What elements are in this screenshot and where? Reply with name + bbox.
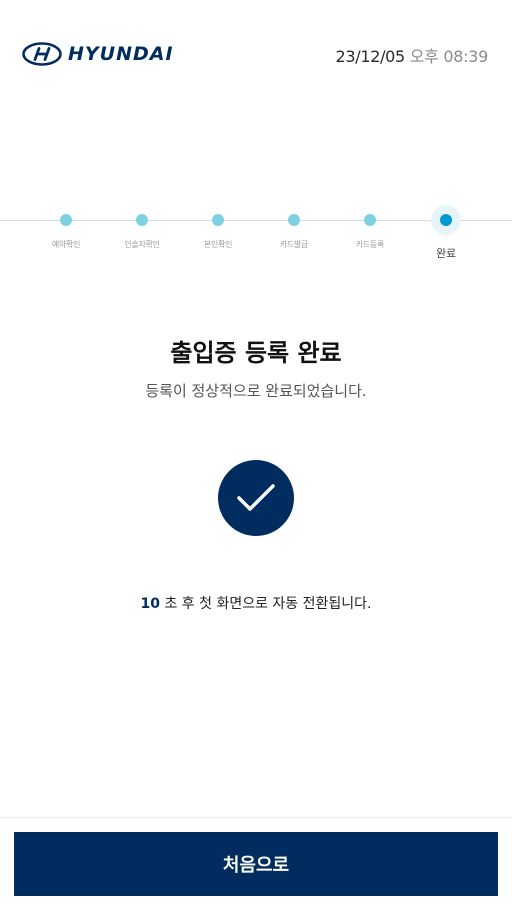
- step-dot: [212, 214, 224, 226]
- step-label-active: 완료: [436, 247, 456, 260]
- check-icon: [237, 484, 275, 511]
- step-dot: [364, 214, 376, 226]
- ampm-text: 오후: [409, 47, 439, 66]
- success-badge: [218, 460, 294, 536]
- countdown-text: 초 후 첫 화면으로 자동 전환됩니다.: [160, 596, 372, 612]
- step-label: 예약확인: [51, 240, 81, 249]
- step-active-halo: [431, 205, 461, 235]
- hyundai-logo: HYUNDAI: [22, 42, 174, 66]
- step-card-issue: 카드발급: [256, 205, 332, 250]
- home-button[interactable]: 처음으로: [14, 832, 498, 896]
- date-text: 23/12/05: [335, 47, 405, 66]
- registration-complete-screen: HYUNDAI 23/12/05 오후 08:39 예약확인 인솔자확인 본인확…: [0, 0, 512, 910]
- brand-wordmark: HYUNDAI: [68, 43, 174, 65]
- footer-divider: [0, 817, 512, 818]
- step-identity-check: 본인확인: [180, 205, 256, 250]
- step-complete: 완료: [408, 205, 484, 261]
- step-label: 카드발급: [279, 240, 309, 249]
- step-card-register: 카드등록: [332, 205, 408, 250]
- step-dot: [60, 214, 72, 226]
- page-title: 출입증 등록 완료: [170, 339, 342, 367]
- page-subtitle: 등록이 정상적으로 완료되었습니다.: [145, 382, 367, 400]
- progress-stepper: 예약확인 인솔자확인 본인확인 카드발급 카드등록 완료: [0, 205, 512, 275]
- hyundai-emblem-icon: [22, 42, 62, 66]
- step-dot: [136, 214, 148, 226]
- step-reservation-check: 예약확인: [28, 205, 104, 250]
- step-label: 카드등록: [355, 240, 385, 249]
- step-label: 본인확인: [203, 240, 233, 249]
- datetime: 23/12/05 오후 08:39: [335, 43, 488, 67]
- time-text: 08:39: [443, 47, 488, 66]
- step-guide-check: 인솔자확인: [104, 205, 180, 250]
- countdown-seconds: 10: [140, 596, 160, 612]
- step-dot: [288, 214, 300, 226]
- countdown-message: 10 초 후 첫 화면으로 자동 전환됩니다.: [0, 593, 512, 613]
- step-dot-active: [440, 214, 452, 226]
- header: HYUNDAI 23/12/05 오후 08:39: [0, 0, 512, 110]
- step-label: 인솔자확인: [124, 240, 160, 249]
